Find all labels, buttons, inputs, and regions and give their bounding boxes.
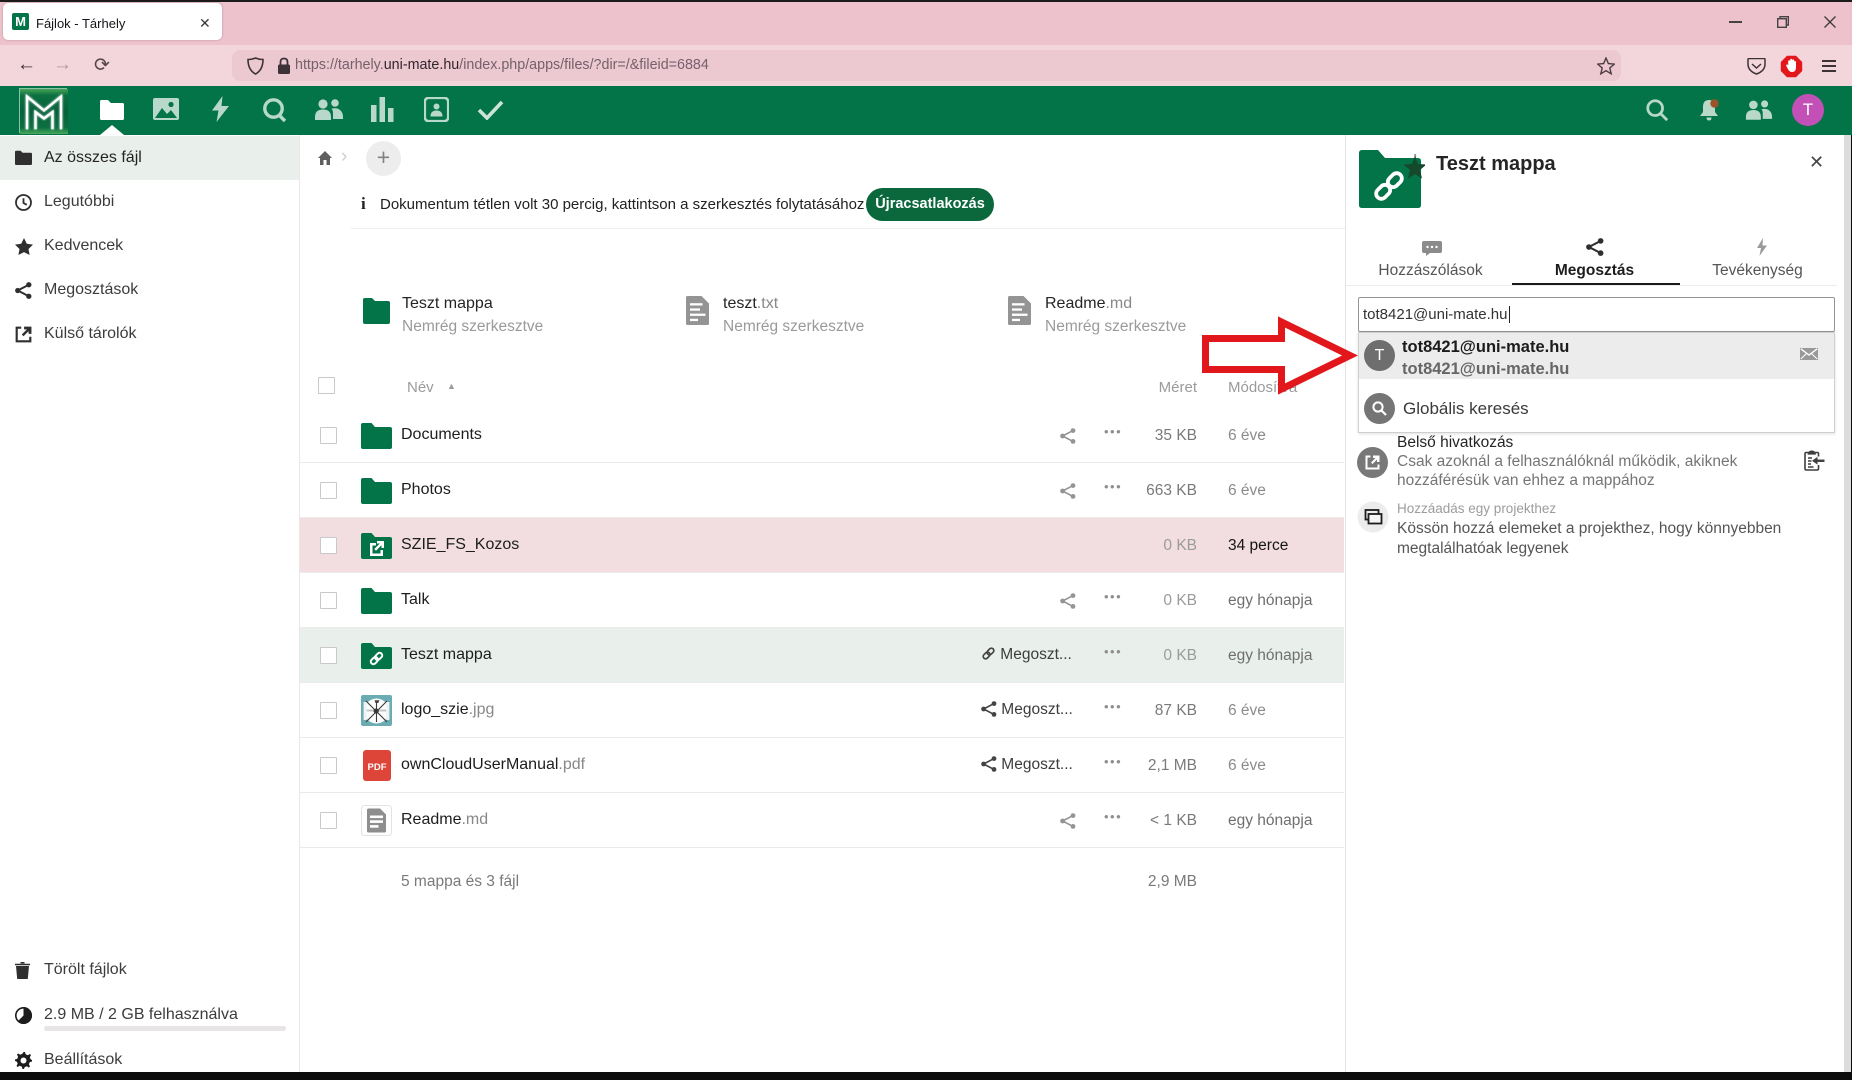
svg-text:PDF: PDF [368,762,387,773]
